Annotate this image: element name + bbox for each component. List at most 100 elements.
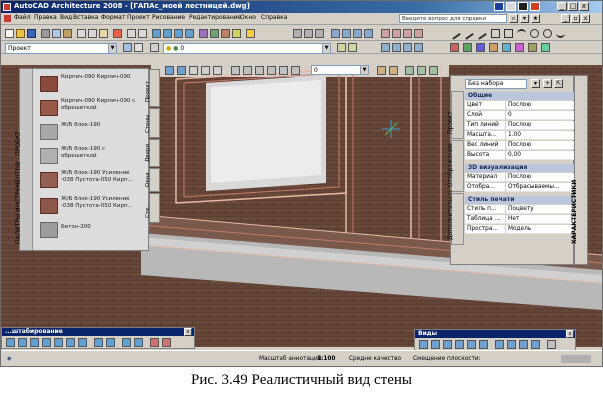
palette-tab-more[interactable]: Сте...	[145, 193, 160, 223]
properties-selection-combo[interactable]: Без набора	[465, 79, 527, 89]
search-icon[interactable]: ⌕	[509, 14, 518, 23]
render-icon[interactable]	[414, 43, 423, 52]
layer-combo-secondary[interactable]: 0 ▼	[311, 65, 369, 75]
view-top-icon[interactable]	[419, 340, 428, 349]
section-3d-visualization[interactable]: 3D визуализация	[465, 164, 574, 172]
menu-view[interactable]: Вид	[60, 14, 72, 21]
tool-palette-title-bar[interactable]: ПАЛИТРЫ ИНСТРУМЕНТОВ - ПРОЕКТ	[15, 69, 33, 250]
zoom-toolbar-title[interactable]: ...штабирование	[2, 328, 194, 336]
spline-icon[interactable]	[556, 29, 565, 38]
layout-icon[interactable]	[364, 29, 373, 38]
palette-tab-windows[interactable]: Окна	[145, 168, 160, 192]
zoom-scale-icon[interactable]	[54, 338, 63, 347]
modify-icon[interactable]	[528, 43, 537, 52]
chevron-down-icon[interactable]: ▼	[108, 44, 116, 53]
dimension-icon[interactable]	[293, 29, 302, 38]
modify-icon[interactable]	[502, 43, 511, 52]
layer-icon[interactable]	[389, 66, 398, 75]
annotation-scale-value[interactable]: 1:100	[317, 356, 335, 362]
cut-icon[interactable]	[77, 29, 86, 38]
pickadd-icon[interactable]: +	[543, 79, 552, 88]
palette-tool-item[interactable]: Бетон-200	[40, 219, 140, 241]
save-icon[interactable]	[27, 29, 36, 38]
doc-minimize-button[interactable]: _	[561, 14, 570, 23]
tray-icon[interactable]	[518, 2, 528, 11]
light-icon[interactable]	[267, 66, 276, 75]
palette-tool-item[interactable]: Кирпич-090 Кирпич-090	[40, 73, 140, 95]
layer-combo[interactable]: ● ● 0 ▼	[163, 43, 331, 54]
menu-help[interactable]: Справка	[261, 14, 287, 21]
help-search-input[interactable]: Введите вопрос для справки	[399, 14, 507, 23]
copy-icon[interactable]	[88, 29, 97, 38]
chevron-down-icon[interactable]: ▼	[360, 66, 368, 74]
tray-settings-icon[interactable]	[561, 355, 591, 363]
new-icon[interactable]	[5, 29, 14, 38]
construction-line-icon[interactable]	[461, 27, 474, 40]
property-row[interactable]: Простра... Модель	[465, 225, 574, 234]
line-icon[interactable]	[448, 27, 461, 40]
layer-manager-icon[interactable]	[150, 43, 159, 52]
layout-icon[interactable]	[331, 29, 340, 38]
rectangle-icon[interactable]	[504, 29, 513, 38]
snap-icon[interactable]	[381, 29, 390, 38]
layout-icon[interactable]	[353, 29, 362, 38]
polygon-icon[interactable]	[491, 29, 500, 38]
palette-tab-doors[interactable]: Двери	[145, 139, 160, 167]
property-value[interactable]: Поцвету	[505, 205, 573, 214]
dimension-icon[interactable]	[304, 29, 313, 38]
polyline-icon[interactable]	[474, 27, 487, 40]
property-row[interactable]: Тип линий Послою	[465, 121, 574, 130]
view-sw-iso-icon[interactable]	[495, 340, 504, 349]
menu-project[interactable]: Проект	[127, 14, 150, 21]
render-icon[interactable]	[392, 43, 401, 52]
zoom-icon[interactable]	[163, 29, 172, 38]
property-row[interactable]: Вес линий Послою	[465, 141, 574, 150]
menu-file[interactable]: Файл	[14, 14, 31, 21]
print-icon[interactable]	[41, 29, 50, 38]
palette-tool-item[interactable]: Ж/Б блок-190	[40, 121, 140, 143]
camera-icon[interactable]	[255, 66, 264, 75]
property-row[interactable]: Цвет Послою	[465, 101, 574, 110]
palette-tool-item[interactable]: Ж/Б блок-190 Усиление -038 Пустота-050 К…	[40, 195, 140, 217]
snap-icon[interactable]	[392, 29, 401, 38]
revision-cloud-icon[interactable]	[543, 29, 552, 38]
render-icon[interactable]	[291, 66, 300, 75]
modify-icon[interactable]	[489, 43, 498, 52]
palette-tab-walls[interactable]: Стены	[145, 108, 160, 138]
help-icon[interactable]	[246, 29, 255, 38]
properties-title-bar[interactable]: ХАРАКТЕРИСТИКИ	[571, 75, 588, 265]
chevron-down-icon[interactable]: ▼	[322, 44, 330, 53]
modify-icon[interactable]	[541, 43, 550, 52]
view-ne-iso-icon[interactable]	[519, 340, 528, 349]
fly-icon[interactable]	[243, 66, 252, 75]
open-icon[interactable]	[16, 29, 25, 38]
visual-style-icon[interactable]	[213, 66, 222, 75]
visual-style-icon[interactable]	[201, 66, 210, 75]
view-icon[interactable]	[405, 66, 414, 75]
paste-icon[interactable]	[99, 29, 108, 38]
palette-tool-item[interactable]: Ж/Б блок-190 Усиление -038 Пустота-050 К…	[40, 169, 140, 191]
project-combo[interactable]: Проект ▼	[5, 43, 117, 54]
maximize-button[interactable]: □	[568, 2, 578, 11]
property-value[interactable]: Послою	[505, 173, 573, 182]
property-value[interactable]: 1.00	[505, 131, 573, 140]
chevron-down-icon[interactable]: ▾	[531, 79, 540, 88]
modify-icon[interactable]	[450, 43, 459, 52]
modify-icon[interactable]	[463, 43, 472, 52]
section-general[interactable]: Общие	[465, 92, 574, 100]
property-row[interactable]: Материал Послою	[465, 173, 574, 182]
doc-restore-button[interactable]: ▫	[571, 14, 580, 23]
property-value[interactable]: Послою	[505, 141, 573, 150]
zoom-dynamic-icon[interactable]	[42, 338, 51, 347]
minimize-button[interactable]: _	[557, 2, 567, 11]
view-front-icon[interactable]	[467, 340, 476, 349]
tray-icon[interactable]	[494, 2, 504, 11]
menu-window[interactable]: Окно	[240, 14, 256, 21]
zoom-out-icon[interactable]	[106, 338, 115, 347]
arc-icon[interactable]	[517, 29, 526, 38]
pan-icon[interactable]	[150, 338, 159, 347]
property-value[interactable]: Послою	[505, 121, 573, 130]
chevron-down-icon[interactable]: ▾	[520, 14, 529, 23]
zoom-center-icon[interactable]	[66, 338, 75, 347]
properties-icon[interactable]	[199, 29, 208, 38]
